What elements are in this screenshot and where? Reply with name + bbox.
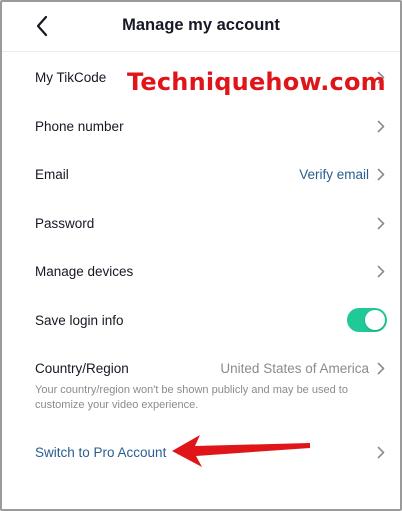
row-label: My TikCode: [35, 69, 107, 85]
row-manage-devices[interactable]: Manage devices: [2, 253, 400, 289]
row-password[interactable]: Password: [2, 205, 400, 241]
page-title: Manage my account: [122, 16, 280, 34]
watermark-text: Techniquehow.com: [127, 68, 386, 96]
switch-pro-account-link[interactable]: Switch to Pro Account: [35, 445, 166, 460]
row-label: Password: [35, 215, 95, 231]
toggle-knob: [365, 310, 385, 330]
header-divider: [2, 51, 400, 52]
row-phone-number[interactable]: Phone number: [2, 108, 400, 144]
country-note: Your country/region won't be shown publi…: [35, 384, 348, 411]
row-save-login-info: Save login info: [2, 302, 400, 338]
screen: Manage my account My TikCode Phone numbe…: [0, 0, 402, 511]
row-label: Country/Region: [35, 360, 129, 376]
verify-email-link[interactable]: Verify email: [299, 167, 369, 182]
chevron-right-icon: [376, 167, 386, 181]
row-label: Save login info: [35, 312, 124, 328]
chevron-right-icon: [376, 216, 386, 230]
header: Manage my account: [2, 2, 400, 52]
chevron-right-icon: [376, 445, 386, 459]
red-arrow-icon: [172, 435, 310, 467]
chevron-right-icon: [376, 264, 386, 278]
row-label: Manage devices: [35, 263, 134, 279]
save-login-toggle[interactable]: [347, 308, 387, 332]
chevron-right-icon: [376, 361, 386, 375]
row-country-region[interactable]: Country/Region United States of America: [2, 350, 400, 386]
chevron-right-icon: [376, 119, 386, 133]
row-label: Phone number: [35, 118, 124, 134]
row-label: Email: [35, 166, 69, 182]
country-value: United States of America: [220, 360, 369, 376]
row-email[interactable]: Email Verify email: [2, 156, 400, 192]
